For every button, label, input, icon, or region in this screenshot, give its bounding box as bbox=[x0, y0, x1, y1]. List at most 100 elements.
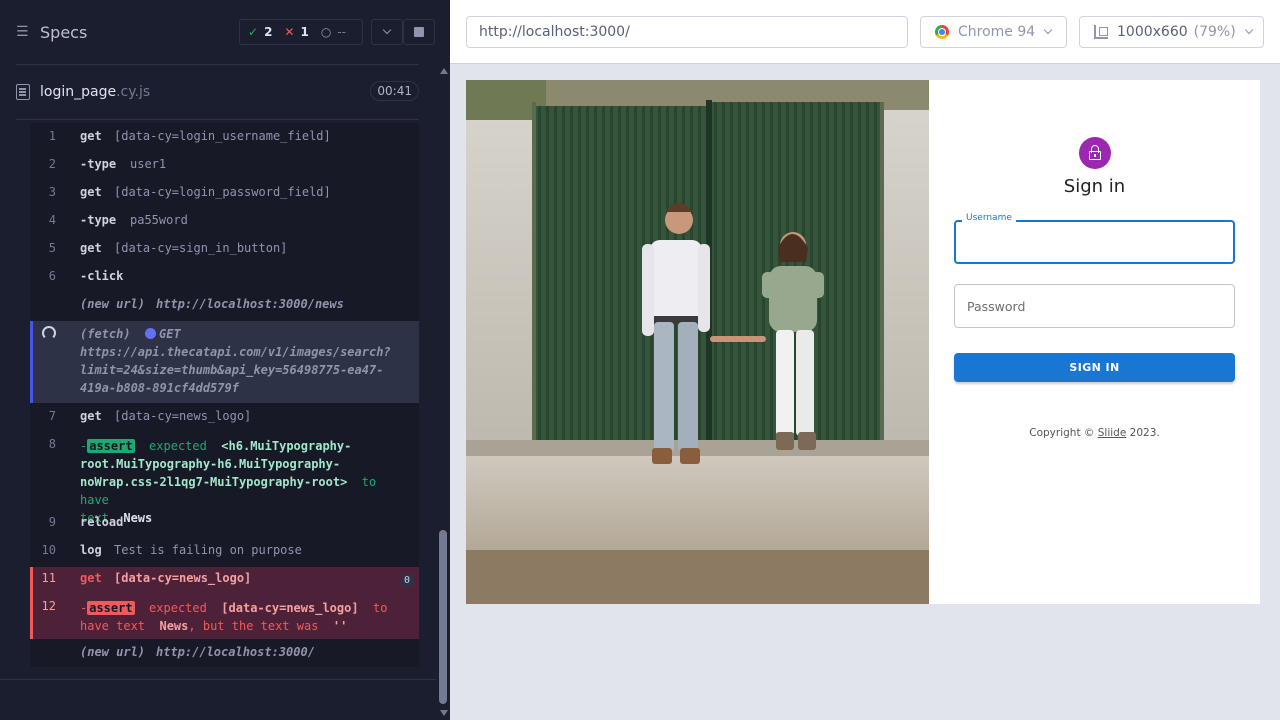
fetch-status-dot bbox=[145, 328, 157, 339]
command-name: get bbox=[80, 185, 102, 199]
signin-button[interactable]: SIGN IN bbox=[954, 353, 1235, 382]
expand-button[interactable] bbox=[371, 19, 403, 45]
viewport-selector[interactable]: 1000x660 (79%) bbox=[1079, 16, 1264, 48]
reporter-scrollbar[interactable] bbox=[436, 64, 450, 720]
browser-selector[interactable]: Chrome 94 bbox=[920, 16, 1067, 48]
command-name: get bbox=[80, 409, 102, 423]
command-message: user1 bbox=[130, 157, 167, 171]
scrollbar-thumb[interactable] bbox=[439, 530, 447, 704]
command-name: -type bbox=[80, 157, 117, 171]
pending-icon: ○ bbox=[320, 25, 332, 39]
command-message: [data-cy=login_username_field] bbox=[114, 129, 331, 143]
url-bar[interactable]: http://localhost:3000/ bbox=[466, 16, 908, 48]
command-number: 7 bbox=[48, 409, 56, 423]
pending-count: -- bbox=[337, 25, 346, 39]
command-message: [data-cy=login_password_field] bbox=[114, 185, 331, 199]
password-field[interactable]: Password bbox=[954, 284, 1235, 328]
command-number: 8 bbox=[48, 437, 56, 451]
divider bbox=[16, 64, 419, 65]
signin-title: Sign in bbox=[1063, 176, 1126, 197]
command-number: 10 bbox=[41, 543, 56, 557]
command-message: Test is failing on purpose bbox=[114, 543, 302, 557]
fetch-url: limit=24&size=thumb&api_key=56498775-ea4… bbox=[80, 363, 384, 377]
command-message: [data-cy=news_logo] bbox=[114, 409, 252, 423]
assert-error-text: - assert expected [data-cy=news_logo] to … bbox=[80, 599, 410, 635]
command-number: 1 bbox=[48, 129, 56, 143]
assert-badge: assert bbox=[87, 601, 135, 615]
command-name: get bbox=[80, 129, 102, 143]
specs-title[interactable]: Specs bbox=[40, 23, 87, 42]
failed-command-block[interactable]: 11 get [data-cy=news_logo] 0 12 - assert … bbox=[30, 567, 419, 639]
command-name: get bbox=[80, 571, 102, 585]
couple-photo-image bbox=[466, 80, 929, 604]
assert-verb: to bbox=[373, 601, 388, 615]
username-field[interactable] bbox=[954, 220, 1235, 264]
duration-badge: 00:41 bbox=[370, 81, 419, 101]
new-url-value: http://localhost:3000/news bbox=[156, 297, 344, 311]
command-message: [data-cy=news_logo] bbox=[114, 571, 252, 585]
viewport-scale: (79%) bbox=[1193, 24, 1236, 40]
copyright: Copyright © Sliide 2023. bbox=[929, 427, 1260, 439]
assert-actual: '' bbox=[332, 619, 348, 633]
command-number: 3 bbox=[48, 185, 56, 199]
app-under-test: Sign in Username Password SIGN IN Copyri… bbox=[466, 80, 1260, 604]
signin-form: Sign in Username Password SIGN IN Copyri… bbox=[929, 80, 1260, 604]
stop-icon bbox=[414, 27, 424, 37]
new-url-label: (new url) bbox=[80, 297, 146, 311]
chevron-down-icon bbox=[382, 25, 392, 35]
password-placeholder: Password bbox=[967, 298, 1026, 314]
viewport-size: 1000x660 bbox=[1117, 24, 1188, 40]
menu-icon[interactable]: ☰ bbox=[16, 24, 32, 40]
assert-subject: <h6.MuiTypography- bbox=[221, 439, 352, 453]
aut-header: http://localhost:3000/ Chrome 94 1000x66… bbox=[450, 0, 1280, 64]
command-number: 6 bbox=[48, 269, 56, 283]
failed-count: 1 bbox=[300, 25, 309, 39]
fetch-label: (fetch) bbox=[80, 327, 131, 341]
command-number: 2 bbox=[48, 157, 56, 171]
assert-badge: assert bbox=[87, 439, 135, 453]
assert-subject: [data-cy=news_logo] bbox=[221, 601, 359, 615]
assert-subject: noWrap.css-2l1qg7-MuiTypography-root> bbox=[80, 475, 348, 489]
spec-file-row[interactable]: login_page .cy.js 00:41 bbox=[16, 74, 419, 110]
assert-expected: expected bbox=[149, 601, 207, 615]
stop-button[interactable] bbox=[403, 19, 435, 45]
fetch-url: 419a-b808-891cf4dd579f bbox=[80, 381, 239, 395]
assert-value: News bbox=[159, 619, 189, 633]
loading-spinner-icon bbox=[42, 326, 56, 340]
cross-icon: ✕ bbox=[284, 25, 295, 39]
assert-row[interactable]: 8 - assert expected <h6.MuiTypography- ro… bbox=[30, 437, 419, 525]
copyright-prefix: Copyright © bbox=[1029, 427, 1095, 439]
command-message: [data-cy=sign_in_button] bbox=[114, 241, 288, 255]
fetch-row[interactable]: (fetch) GET https://api.thecatapi.com/v1… bbox=[30, 321, 419, 403]
command-name: -type bbox=[80, 213, 117, 227]
command-number: 5 bbox=[48, 241, 56, 255]
spec-file-ext: .cy.js bbox=[116, 84, 151, 100]
assert-value: News bbox=[123, 511, 153, 525]
assert-expected: expected bbox=[149, 439, 207, 453]
command-message: pa55word bbox=[130, 213, 188, 227]
divider bbox=[16, 119, 419, 120]
copyright-year: 2023. bbox=[1129, 427, 1160, 439]
fetch-text: (fetch) GET https://api.thecatapi.com/v1… bbox=[80, 325, 400, 397]
new-url-value: http://localhost:3000/ bbox=[156, 645, 315, 659]
fetch-method: GET bbox=[159, 327, 181, 341]
lock-icon bbox=[1079, 137, 1111, 169]
command-name: log bbox=[80, 543, 102, 557]
assert-subject: root.MuiTypography-h6.MuiTypography- bbox=[80, 457, 341, 471]
command-number: 4 bbox=[48, 213, 56, 227]
new-url-label: (new url) bbox=[80, 645, 146, 659]
spec-file-name: login_page bbox=[40, 84, 117, 100]
assert-text: - assert expected <h6.MuiTypography- root… bbox=[80, 437, 410, 527]
assert-verb: , but the text was bbox=[188, 619, 319, 633]
command-name: reload bbox=[80, 515, 124, 529]
scroll-up-arrow-icon[interactable] bbox=[440, 68, 448, 74]
element-count-badge: 0 bbox=[400, 574, 413, 587]
login-photo bbox=[466, 80, 929, 604]
username-label: Username bbox=[962, 213, 1016, 223]
chevron-down-icon bbox=[1043, 25, 1053, 35]
scroll-down-arrow-icon[interactable] bbox=[440, 710, 448, 716]
copyright-link[interactable]: Sliide bbox=[1098, 427, 1127, 439]
browser-name: Chrome 94 bbox=[958, 24, 1036, 40]
command-log: 1 get [data-cy=login_username_field] 2 -… bbox=[30, 123, 419, 667]
test-stats: ✓ 2 ✕ 1 ○ -- bbox=[239, 19, 363, 45]
